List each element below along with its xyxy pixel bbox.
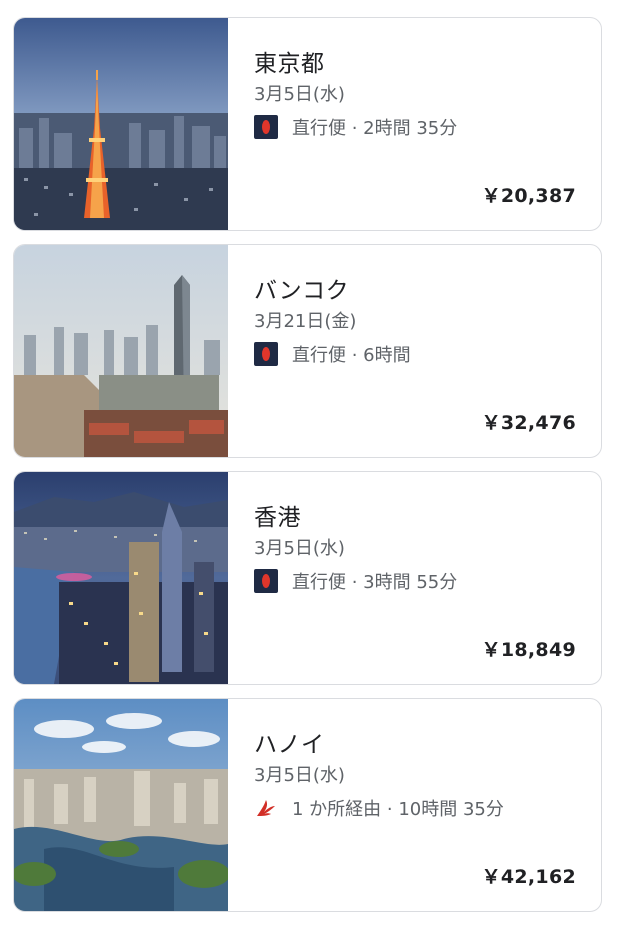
flight-details: 1 か所経由 · 10時間 35分 xyxy=(292,799,504,820)
departure-date: 3月21日(金) xyxy=(254,311,357,332)
destination-card-hong-kong[interactable]: 香港 3月5日(水) 直行便 · 3時間 55分 ￥18,849 xyxy=(13,471,602,685)
destination-card-bangkok[interactable]: バンコク 3月21日(金) 直行便 · 6時間 ￥32,476 xyxy=(13,244,602,458)
price: ￥42,162 xyxy=(481,866,576,888)
crane-logo-icon xyxy=(254,796,278,820)
flight-summary: 直行便 · 3時間 55分 xyxy=(254,568,457,594)
destination-info: バンコク 3月21日(金) 直行便 · 6時間 ￥32,476 xyxy=(254,245,601,457)
flight-summary: 直行便 · 6時間 xyxy=(254,341,411,367)
price: ￥20,387 xyxy=(481,185,576,207)
destination-city: 香港 xyxy=(254,505,301,531)
flight-summary: 1 か所経由 · 10時間 35分 xyxy=(254,795,504,821)
destination-photo-hong-kong xyxy=(14,472,228,684)
destination-info: 香港 3月5日(水) 直行便 · 3時間 55分 ￥18,849 xyxy=(254,472,601,684)
flight-details: 直行便 · 3時間 55分 xyxy=(292,572,458,593)
price: ￥18,849 xyxy=(481,639,576,661)
destination-card-hanoi[interactable]: ハノイ 3月5日(水) 1 か所経由 · 10時間 35分 ￥42,162 xyxy=(13,698,602,912)
jal-logo-icon xyxy=(254,569,278,593)
destination-photo-bangkok xyxy=(14,245,228,457)
destination-city: 東京都 xyxy=(254,51,325,77)
jal-logo-icon xyxy=(254,342,278,366)
destination-info: 東京都 3月5日(水) 直行便 · 2時間 35分 ￥20,387 xyxy=(254,18,601,230)
flight-details: 直行便 · 2時間 35分 xyxy=(292,118,458,139)
destination-photo-tokyo xyxy=(14,18,228,230)
flight-details: 直行便 · 6時間 xyxy=(292,345,411,366)
destination-city: ハノイ xyxy=(254,732,325,758)
destination-info: ハノイ 3月5日(水) 1 か所経由 · 10時間 35分 ￥42,162 xyxy=(254,699,601,911)
flight-summary: 直行便 · 2時間 35分 xyxy=(254,114,457,140)
destination-card-tokyo[interactable]: 東京都 3月5日(水) 直行便 · 2時間 35分 ￥20,387 xyxy=(13,17,602,231)
departure-date: 3月5日(水) xyxy=(254,538,345,559)
destination-photo-hanoi xyxy=(14,699,228,911)
destination-city: バンコク xyxy=(254,278,350,304)
destination-list: 東京都 3月5日(水) 直行便 · 2時間 35分 ￥20,387 バンコク 3… xyxy=(13,17,602,925)
departure-date: 3月5日(水) xyxy=(254,765,345,786)
price: ￥32,476 xyxy=(481,412,576,434)
departure-date: 3月5日(水) xyxy=(254,84,345,105)
jal-logo-icon xyxy=(254,115,278,139)
